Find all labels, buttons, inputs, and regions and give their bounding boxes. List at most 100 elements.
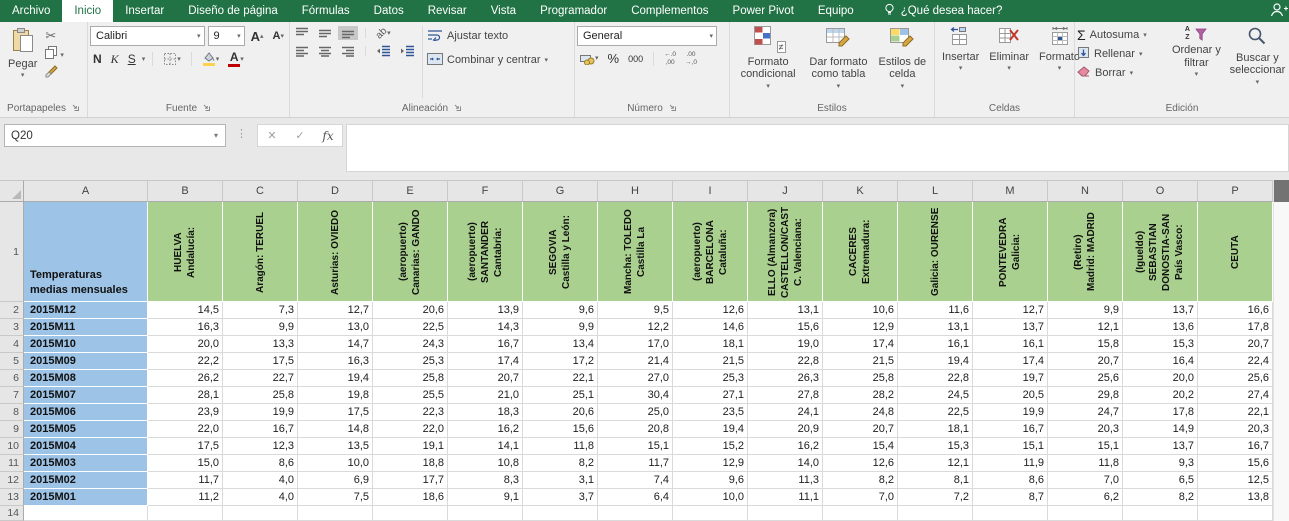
column-header-J[interactable]: J <box>748 180 823 202</box>
align-center-icon[interactable] <box>315 44 335 58</box>
cancel-icon[interactable]: ✕ <box>258 129 286 142</box>
cell-G2[interactable]: 9,6 <box>523 302 598 319</box>
cell-O12[interactable]: 6,5 <box>1123 472 1198 489</box>
underline-button[interactable]: S <box>125 51 139 67</box>
cell-C8[interactable]: 19,9 <box>223 404 298 421</box>
cell-B12[interactable]: 11,7 <box>148 472 223 489</box>
tab-revisar[interactable]: Revisar <box>416 0 479 22</box>
cell-L2[interactable]: 11,6 <box>898 302 973 319</box>
comma-style-button[interactable]: 000 <box>625 53 646 65</box>
cell-J3[interactable]: 15,6 <box>748 319 823 336</box>
tab-datos[interactable]: Datos <box>362 0 416 22</box>
scrollbar-thumb[interactable] <box>1274 180 1289 202</box>
cell-F7[interactable]: 21,0 <box>448 387 523 404</box>
increase-indent-icon[interactable] <box>397 44 418 58</box>
cell-J14[interactable] <box>748 506 823 521</box>
cell-N12[interactable]: 7,0 <box>1048 472 1123 489</box>
cell-L3[interactable]: 13,1 <box>898 319 973 336</box>
row-header-1[interactable]: 1 <box>0 202 24 302</box>
cell-H11[interactable]: 11,7 <box>598 455 673 472</box>
cell-H5[interactable]: 21,4 <box>598 353 673 370</box>
cell-G7[interactable]: 25,1 <box>523 387 598 404</box>
cell-G4[interactable]: 13,4 <box>523 336 598 353</box>
cell-G6[interactable]: 22,1 <box>523 370 598 387</box>
cell-styles-button[interactable]: Estilos de celda ▾ <box>873 24 932 92</box>
column-header-L[interactable]: L <box>898 180 973 202</box>
tell-me-box[interactable]: ¿Qué desea hacer? <box>884 0 1002 22</box>
cell-F12[interactable]: 8,3 <box>448 472 523 489</box>
cell-C7[interactable]: 25,8 <box>223 387 298 404</box>
cell-D14[interactable] <box>298 506 373 521</box>
cell-L7[interactable]: 24,5 <box>898 387 973 404</box>
cell-D9[interactable]: 14,8 <box>298 421 373 438</box>
cell-M12[interactable]: 8,6 <box>973 472 1048 489</box>
cell-B2[interactable]: 14,5 <box>148 302 223 319</box>
paste-button[interactable]: Pegar ▾ <box>2 24 43 82</box>
cell-O4[interactable]: 15,3 <box>1123 336 1198 353</box>
vertical-scrollbar[interactable] <box>1273 180 1289 521</box>
cell-N6[interactable]: 25,6 <box>1048 370 1123 387</box>
row-header-9[interactable]: 9 <box>0 421 24 438</box>
enter-icon[interactable]: ✓ <box>286 129 314 142</box>
row-header-8[interactable]: 8 <box>0 404 24 421</box>
decrease-decimal-button[interactable]: .00 →,0 <box>682 50 700 68</box>
cell-O6[interactable]: 20,0 <box>1123 370 1198 387</box>
cell-H3[interactable]: 12,2 <box>598 319 673 336</box>
tab-inicio[interactable]: Inicio <box>62 0 114 22</box>
row-header-10[interactable]: 10 <box>0 438 24 455</box>
cell-N10[interactable]: 15,1 <box>1048 438 1123 455</box>
formula-bar-resizer[interactable]: ⋮ <box>226 124 257 140</box>
align-bottom-icon[interactable] <box>338 26 358 40</box>
cell-O9[interactable]: 14,9 <box>1123 421 1198 438</box>
cell-F2[interactable]: 13,9 <box>448 302 523 319</box>
delete-cells-button[interactable]: Eliminar ▾ <box>984 24 1034 74</box>
cell-O8[interactable]: 17,8 <box>1123 404 1198 421</box>
cell-N9[interactable]: 20,3 <box>1048 421 1123 438</box>
column-header-I[interactable]: I <box>673 180 748 202</box>
cell-P10[interactable]: 16,7 <box>1198 438 1273 455</box>
cell-E13[interactable]: 18,6 <box>373 489 448 506</box>
station-header-K1[interactable]: Extremadura: CACERES <box>823 202 898 302</box>
cell-I12[interactable]: 9,6 <box>673 472 748 489</box>
column-header-B[interactable]: B <box>148 180 223 202</box>
station-header-N1[interactable]: Madrid: MADRID (Retiro) <box>1048 202 1123 302</box>
cell-D3[interactable]: 13,0 <box>298 319 373 336</box>
cell-G12[interactable]: 3,1 <box>523 472 598 489</box>
cell-E4[interactable]: 24,3 <box>373 336 448 353</box>
cell-A1[interactable]: Temperaturas medias mensuales <box>24 202 148 302</box>
cell-E14[interactable] <box>373 506 448 521</box>
cell-P6[interactable]: 25,6 <box>1198 370 1273 387</box>
formula-input[interactable] <box>346 124 1289 172</box>
wrap-text-button[interactable]: Ajustar texto <box>427 26 548 46</box>
cell-O10[interactable]: 13,7 <box>1123 438 1198 455</box>
font-color-button[interactable]: A ▾ <box>225 50 247 68</box>
cell-J6[interactable]: 26,3 <box>748 370 823 387</box>
cell-J9[interactable]: 20,9 <box>748 421 823 438</box>
cell-C4[interactable]: 13,3 <box>223 336 298 353</box>
tab-insertar[interactable]: Insertar <box>113 0 176 22</box>
cell-I6[interactable]: 25,3 <box>673 370 748 387</box>
cell-J13[interactable]: 11,1 <box>748 489 823 506</box>
format-as-table-button[interactable]: Dar formato como tabla ▾ <box>804 24 873 92</box>
decrease-indent-icon[interactable] <box>373 44 394 58</box>
orientation-button[interactable]: ab ▾ <box>373 25 394 41</box>
cell-P9[interactable]: 20,3 <box>1198 421 1273 438</box>
cell-K3[interactable]: 12,9 <box>823 319 898 336</box>
tab-power-pivot[interactable]: Power Pivot <box>721 0 806 22</box>
tab-programador[interactable]: Programador <box>528 0 619 22</box>
italic-button[interactable]: K <box>108 51 122 68</box>
cell-E2[interactable]: 20,6 <box>373 302 448 319</box>
align-left-icon[interactable] <box>292 44 312 58</box>
cell-N2[interactable]: 9,9 <box>1048 302 1123 319</box>
account-button[interactable] <box>1267 0 1289 22</box>
cell-J5[interactable]: 22,8 <box>748 353 823 370</box>
cell-I9[interactable]: 19,4 <box>673 421 748 438</box>
station-header-G1[interactable]: Castilla y León: SEGOVIA <box>523 202 598 302</box>
cell-F4[interactable]: 16,7 <box>448 336 523 353</box>
cell-P5[interactable]: 22,4 <box>1198 353 1273 370</box>
cell-M4[interactable]: 16,1 <box>973 336 1048 353</box>
cell-E6[interactable]: 25,8 <box>373 370 448 387</box>
dialog-launcher-icon[interactable] <box>71 103 80 115</box>
cell-F11[interactable]: 10,8 <box>448 455 523 472</box>
cell-D6[interactable]: 19,4 <box>298 370 373 387</box>
